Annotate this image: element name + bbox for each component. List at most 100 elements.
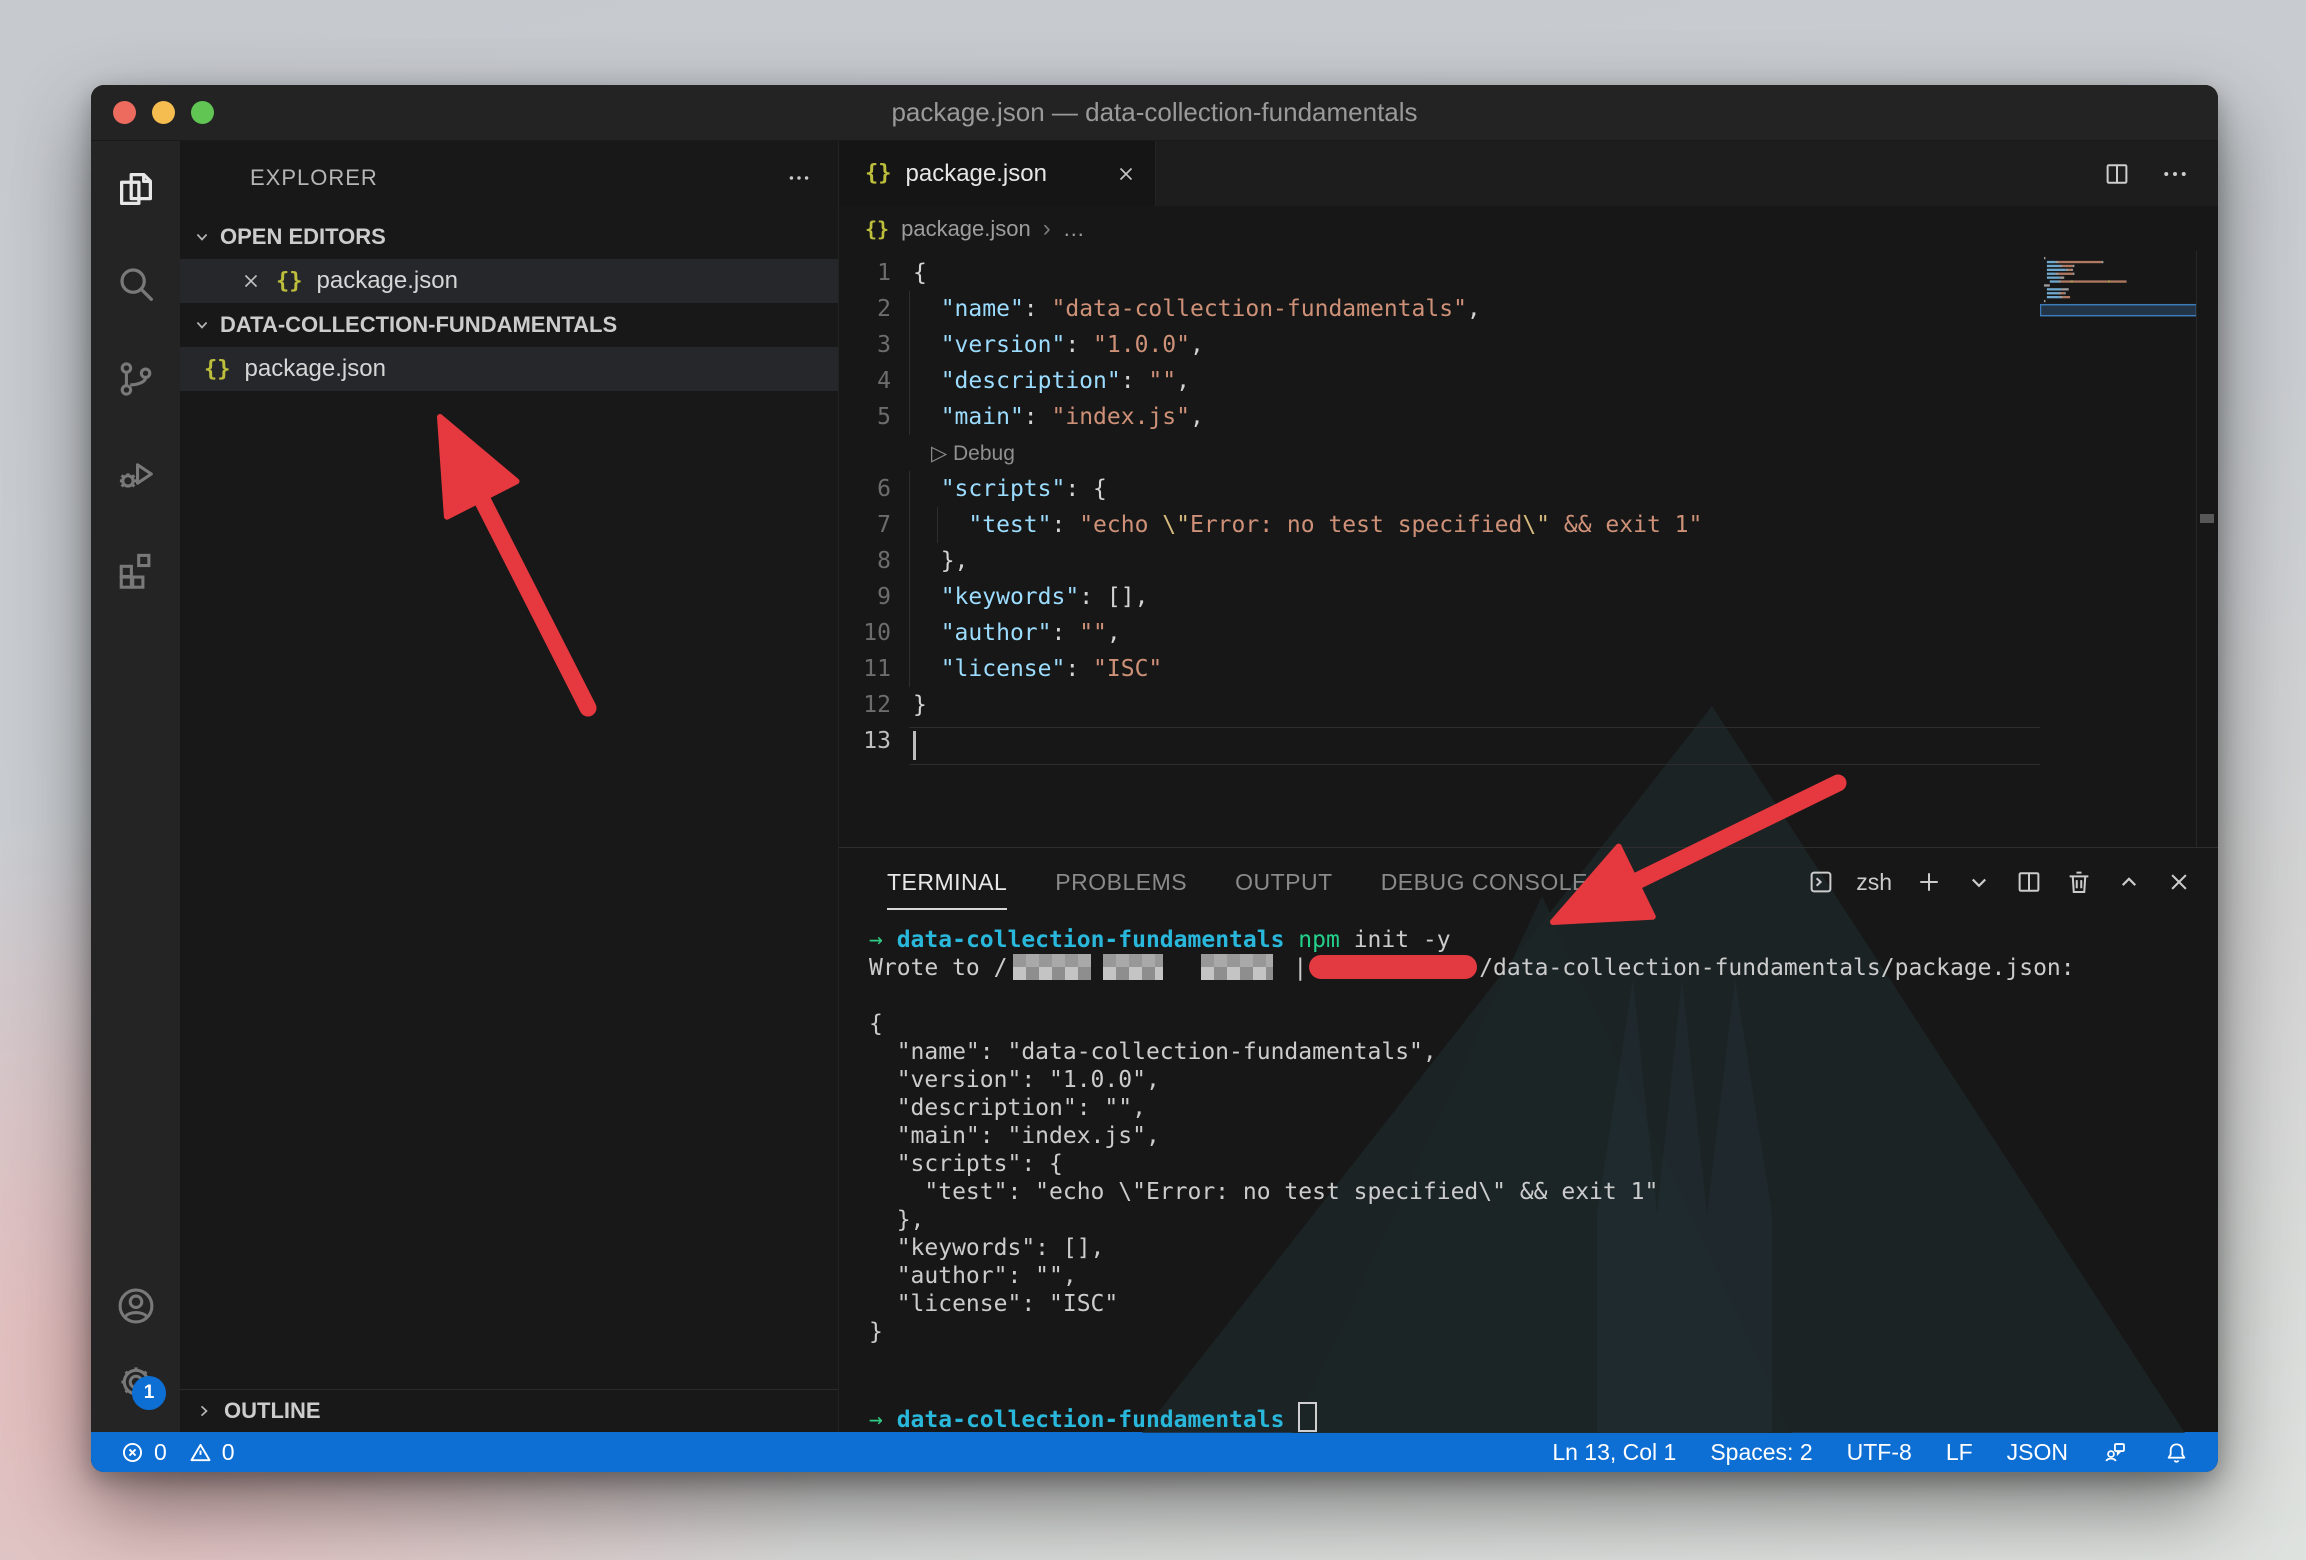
code-editor[interactable]: 1{2 "name": "data-collection-fundamental… (839, 251, 2218, 847)
status-warnings[interactable]: 0 (187, 1439, 235, 1466)
more-actions-icon[interactable] (2160, 159, 2190, 189)
terminal-line: }, (869, 1206, 2218, 1234)
indent-guide (909, 543, 910, 579)
zoom-window-button[interactable] (191, 101, 214, 124)
code-token: "name" (941, 296, 1024, 322)
status-feedback[interactable] (2102, 1439, 2129, 1466)
editor-tab-bar: {} package.json (839, 141, 2218, 206)
minimap[interactable] (2040, 251, 2197, 371)
close-window-button[interactable] (113, 101, 136, 124)
workbench: 1 EXPLORER OPEN EDITORS{}package.jsonDAT… (91, 141, 2218, 1432)
code-line[interactable]: 7 "test": "echo \"Error: no test specifi… (839, 507, 2218, 543)
terminal-line: "main": "index.js", (869, 1122, 2218, 1150)
terminal-line: "scripts": { (869, 1150, 2218, 1178)
terminal-line: "license": "ISC" (869, 1290, 2218, 1318)
terminal-line: } (869, 1318, 2218, 1346)
code-token: "ISC" (1093, 656, 1162, 682)
code-line[interactable]: 6 "scripts": { (839, 471, 2218, 507)
breadcrumb-more[interactable]: … (1063, 216, 1085, 242)
more-actions-icon[interactable] (786, 165, 812, 191)
section-header-open-editors[interactable]: OPEN EDITORS (180, 215, 838, 259)
activity-item-explorer[interactable] (91, 141, 180, 236)
split-editor-icon[interactable] (2102, 159, 2132, 189)
editor-and-panel: {} package.json {} package. (838, 141, 2218, 1432)
status-notifications[interactable] (2163, 1439, 2190, 1466)
code-token (913, 476, 941, 502)
status-language-mode[interactable]: JSON (2007, 1439, 2068, 1466)
outline-label: OUTLINE (224, 1398, 321, 1424)
activity-item-run-and-debug[interactable] (91, 426, 180, 521)
code-line[interactable]: 1{ (839, 255, 2218, 291)
tab-package-json[interactable]: {} package.json (839, 141, 1156, 206)
activity-item-manage[interactable]: 1 (91, 1344, 180, 1420)
panel-tab-terminal[interactable]: TERMINAL (887, 869, 1007, 910)
code-token: { (913, 260, 927, 286)
breadcrumb-file[interactable]: package.json (901, 216, 1031, 242)
code-line[interactable]: 2 "name": "data-collection-fundamentals"… (839, 291, 2218, 327)
code-line[interactable]: 12} (839, 687, 2218, 723)
new-terminal-icon[interactable] (1914, 867, 1944, 897)
terminal-text: → (869, 1407, 897, 1432)
shell-name[interactable]: zsh (1856, 869, 1892, 896)
panel-header: TERMINAL PROBLEMS OUTPUT DEBUG CONSOLE zsh (839, 848, 2218, 916)
activity-item-source-control[interactable] (91, 331, 180, 426)
terminal-line: "name": "data-collection-fundamentals", (869, 1038, 2218, 1066)
code-line[interactable]: 10 "author": "", (839, 615, 2218, 651)
terminal-line: "version": "1.0.0", (869, 1066, 2218, 1094)
close-editor-icon[interactable] (240, 270, 262, 292)
file-item-package-json[interactable]: {}package.json (180, 259, 838, 303)
breadcrumb[interactable]: {} package.json › … (839, 206, 2218, 251)
code-token: , (1190, 332, 1204, 358)
terminal-text: "license": "ISC" (869, 1291, 1118, 1317)
code-line[interactable]: 11 "license": "ISC" (839, 651, 2218, 687)
line-content: "description": "", (891, 363, 1190, 399)
code-token (913, 332, 941, 358)
code-line[interactable]: 4 "description": "", (839, 363, 2218, 399)
code-token: "scripts" (941, 476, 1066, 502)
status-encoding[interactable]: UTF-8 (1847, 1439, 1912, 1466)
status-eol[interactable]: LF (1946, 1439, 1973, 1466)
code-token: "author" (941, 620, 1052, 646)
chevron-up-icon[interactable] (2114, 867, 2144, 897)
code-token: "main" (941, 404, 1024, 430)
json-file-icon: {} (276, 269, 303, 294)
file-item-package-json[interactable]: {}package.json (180, 347, 838, 391)
terminal-output[interactable]: → data-collection-fundamentals npm init … (839, 916, 2218, 1432)
outline-section-header[interactable]: OUTLINE (180, 1389, 838, 1432)
code-line[interactable]: 8 }, (839, 543, 2218, 579)
codelens-debug[interactable]: ▷ Debug (913, 441, 1015, 466)
panel-tab-output[interactable]: OUTPUT (1235, 869, 1333, 896)
activity-bar-bottom: 1 (91, 1268, 180, 1432)
code-line[interactable]: 5 "main": "index.js", (839, 399, 2218, 435)
close-tab-icon[interactable] (1115, 163, 1137, 185)
panel-tab-debug-console[interactable]: DEBUG CONSOLE (1381, 869, 1588, 896)
code-line[interactable]: 3 "version": "1.0.0", (839, 327, 2218, 363)
status-indentation[interactable]: Spaces: 2 (1710, 1439, 1812, 1466)
window-title: package.json — data-collection-fundament… (91, 97, 2218, 128)
activity-item-accounts[interactable] (91, 1268, 180, 1344)
code-line[interactable]: 9 "keywords": [], (839, 579, 2218, 615)
indent-guide (937, 507, 938, 543)
terminal-text: "version": "1.0.0", (869, 1067, 1160, 1093)
terminal-launch-icon[interactable] (1806, 867, 1836, 897)
minimize-window-button[interactable] (152, 101, 175, 124)
titlebar: package.json — data-collection-fundament… (91, 85, 2218, 141)
status-value: UTF-8 (1847, 1439, 1912, 1466)
activity-item-search[interactable] (91, 236, 180, 331)
terminal-text: } (869, 1319, 883, 1345)
section-header-data-collection-fundamentals[interactable]: DATA-COLLECTION-FUNDAMENTALS (180, 303, 838, 347)
split-terminal-icon[interactable] (2014, 867, 2044, 897)
code-token: : (1024, 296, 1052, 322)
overview-ruler[interactable] (2196, 251, 2218, 847)
status-cursor-position[interactable]: Ln 13, Col 1 (1552, 1439, 1676, 1466)
status-errors[interactable]: 0 (119, 1439, 167, 1466)
activity-item-extensions[interactable] (91, 521, 180, 616)
terminal-text: "test": "echo \"Error: no test specified… (869, 1179, 1658, 1205)
close-panel-icon[interactable] (2164, 867, 2194, 897)
scrollbar-thumb[interactable] (2200, 514, 2214, 523)
search-icon (113, 261, 159, 307)
trash-icon[interactable] (2064, 867, 2094, 897)
panel-tab-problems[interactable]: PROBLEMS (1055, 869, 1187, 896)
chevron-down-icon[interactable] (1964, 867, 1994, 897)
code-token: "" (1079, 620, 1107, 646)
